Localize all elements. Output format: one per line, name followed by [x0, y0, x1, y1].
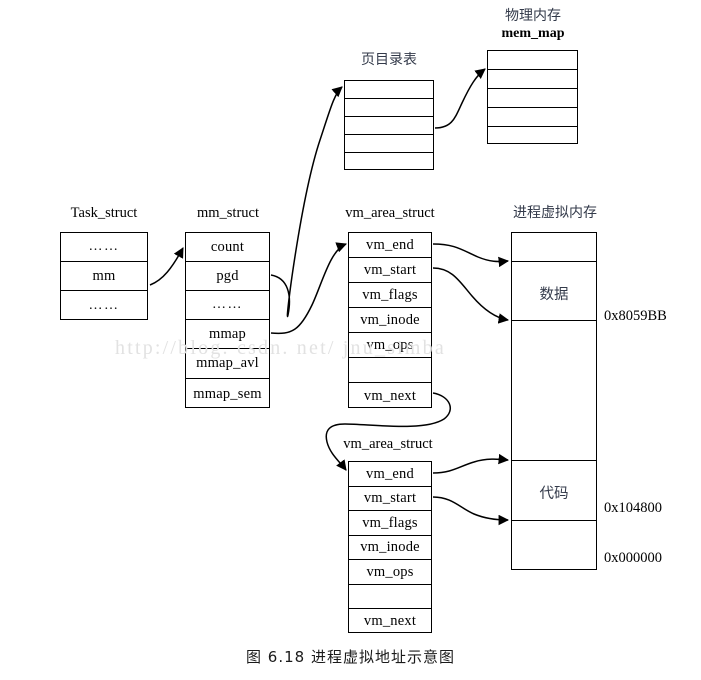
page-dir-table-title: 页目录表: [361, 52, 417, 68]
mem-map-row: [488, 89, 577, 108]
vm-area-1-row-label: vm_end: [366, 236, 414, 253]
vm-area-1-row: vm_flags: [349, 283, 431, 308]
diagram-canvas: Task_struct mm_struct vm_area_struct 进程虚…: [0, 0, 701, 680]
vm-area-1-row: vm_inode: [349, 308, 431, 333]
address-label-code-end: 0x104800: [604, 500, 662, 516]
vm-area-1-row: vm_start: [349, 258, 431, 283]
mem-map-row: [488, 127, 577, 145]
vm-area-2-row: vm_start: [349, 487, 431, 511]
mem-map-row: [488, 51, 577, 70]
process-vm-title: 进程虚拟内存: [513, 205, 597, 221]
vm-area-2-row-label: vm_next: [363, 613, 417, 630]
vm-area-struct-1-box: vm_end vm_start vm_flags vm_inode vm_ops…: [348, 232, 432, 408]
task-struct-row: ……: [61, 233, 147, 262]
arrow-mm-to-mmstruct: [149, 247, 184, 286]
process-vm-divider: [511, 460, 597, 461]
vm-area-2-row: vm_end: [349, 462, 431, 487]
page-dir-table-row: [345, 81, 433, 99]
vm-area-1-row: vm_end: [349, 233, 431, 258]
arrow-vmstart2-to-code-bottom: [432, 496, 510, 526]
vm-area-1-row-label: vm_next: [363, 387, 417, 404]
mm-struct-box: count pgd …… mmap mmap_avl mmap_sem: [185, 232, 270, 408]
vm-area-2-row: vm_inode: [349, 536, 431, 560]
vm-area-struct-1-title: vm_area_struct: [345, 205, 435, 221]
task-struct-row: mm: [61, 262, 147, 291]
task-struct-row-label: ……: [88, 298, 120, 313]
mem-map-title-cn: 物理内存: [505, 8, 561, 24]
process-vm-divider: [511, 520, 597, 521]
vm-area-struct-2-box: vm_end vm_start vm_flags vm_inode vm_ops…: [348, 461, 432, 633]
mem-map-row: [488, 70, 577, 89]
vm-area-1-row: vm_next: [349, 383, 431, 409]
task-struct-row-label: mm: [92, 267, 116, 284]
mem-map-row: [488, 108, 577, 127]
figure-caption: 图 6.18 进程虚拟地址示意图: [246, 648, 455, 666]
vm-area-2-row-label: vm_ops: [366, 563, 414, 580]
arrow-mmap-to-vmarea1: [270, 242, 347, 335]
vm-area-struct-2-title: vm_area_struct: [343, 436, 433, 452]
address-label-zero: 0x000000: [604, 550, 662, 566]
mm-struct-row-label: ……: [212, 297, 243, 312]
arrow-pgd-to-pagedir: [270, 86, 343, 318]
watermark-text: http://blog. csdn. net/ jnu_simba: [115, 337, 446, 359]
vm-area-2-row: [349, 585, 431, 609]
page-dir-table-row: [345, 99, 433, 117]
mem-map-title-en: mem_map: [501, 26, 565, 41]
vm-area-2-row: vm_next: [349, 609, 431, 634]
vm-area-2-row-label: vm_inode: [360, 539, 420, 555]
task-struct-title: Task_struct: [70, 205, 138, 221]
page-dir-table-row: [345, 117, 433, 135]
vm-area-1-row: [349, 358, 431, 383]
vm-area-1-row-label: vm_flags: [362, 286, 418, 303]
mm-struct-row: count: [186, 233, 269, 262]
mm-struct-row: pgd: [186, 262, 269, 291]
arrow-vmstart1-to-data-bottom: [432, 267, 510, 324]
task-struct-box: …… mm ……: [60, 232, 148, 320]
page-dir-table-box: [344, 80, 434, 170]
vm-area-2-row-label: vm_start: [363, 490, 417, 506]
address-label-data-end: 0x8059BB: [604, 308, 667, 324]
mm-struct-row: mmap_sem: [186, 379, 269, 409]
task-struct-row-label: ……: [88, 239, 120, 254]
mm-struct-row-label: pgd: [216, 267, 239, 284]
mem-map-box: [487, 50, 578, 144]
data-segment-label: 数据: [539, 287, 569, 303]
page-dir-table-row: [345, 153, 433, 171]
task-struct-row: ……: [61, 291, 147, 321]
mm-struct-row-label: mmap_sem: [193, 385, 262, 402]
page-dir-table-row: [345, 135, 433, 153]
arrow-vmend1-to-data-top: [432, 243, 510, 268]
code-segment-label: 代码: [539, 486, 569, 502]
vm-area-2-row-label: vm_end: [366, 465, 414, 482]
mm-struct-title: mm_struct: [196, 205, 260, 221]
process-vm-divider: [511, 320, 597, 321]
arrow-vmend2-to-code-top: [432, 453, 510, 474]
vm-area-2-row: vm_flags: [349, 511, 431, 536]
mm-struct-row-label: count: [210, 238, 245, 255]
arrow-pagedir-to-memmap: [434, 68, 486, 129]
vm-area-2-row: vm_ops: [349, 560, 431, 585]
mm-struct-row: ……: [186, 291, 269, 320]
vm-area-1-row-label: vm_inode: [360, 311, 420, 328]
vm-area-2-row-label: vm_flags: [362, 514, 418, 531]
process-vm-divider: [511, 261, 597, 262]
vm-area-1-row-label: vm_start: [363, 261, 417, 278]
